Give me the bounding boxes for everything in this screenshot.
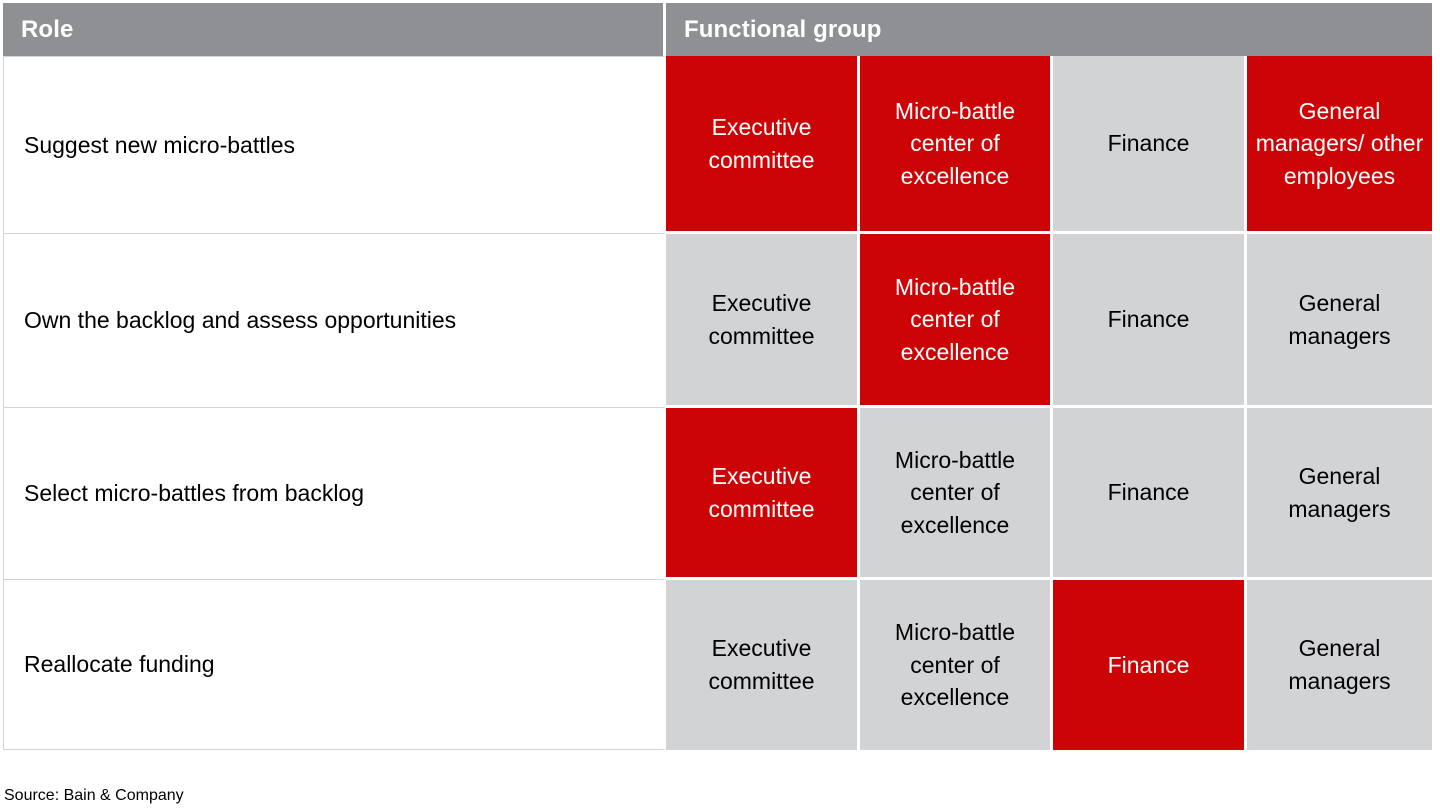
matrix-cell-general-managers: General managers/ other employees bbox=[1247, 56, 1433, 234]
matrix-cell-general-managers: General managers bbox=[1247, 234, 1433, 408]
matrix-cell-exec-committee: Executive committee bbox=[666, 56, 860, 234]
table-row: Reallocate funding Executive committee M… bbox=[3, 580, 1433, 750]
matrix-cell-exec-committee: Executive committee bbox=[666, 580, 860, 750]
source-note: Source: Bain & Company bbox=[4, 787, 184, 804]
matrix-cell-exec-committee: Executive committee bbox=[666, 408, 860, 580]
role-label: Reallocate funding bbox=[3, 580, 666, 750]
matrix-cell-finance: Finance bbox=[1053, 56, 1247, 234]
matrix-cell-general-managers: General managers bbox=[1247, 408, 1433, 580]
role-label: Suggest new micro-battles bbox=[3, 56, 666, 234]
matrix-cell-micro-battle-coe: Micro-battle center of excellence bbox=[860, 56, 1053, 234]
table-row: Select micro-battles from backlog Execut… bbox=[3, 408, 1433, 580]
matrix-chart-page: Role Functional group Suggest new micro-… bbox=[0, 0, 1440, 810]
matrix-cell-finance: Finance bbox=[1053, 234, 1247, 408]
role-label: Select micro-battles from backlog bbox=[3, 408, 666, 580]
role-functional-group-matrix: Role Functional group Suggest new micro-… bbox=[3, 3, 1433, 750]
matrix-cell-micro-battle-coe: Micro-battle center of excellence bbox=[860, 408, 1053, 580]
matrix-cell-micro-battle-coe: Micro-battle center of excellence bbox=[860, 580, 1053, 750]
table-row: Own the backlog and assess opportunities… bbox=[3, 234, 1433, 408]
matrix-cell-exec-committee: Executive committee bbox=[666, 234, 860, 408]
role-label: Own the backlog and assess opportunities bbox=[3, 234, 666, 408]
matrix-cell-finance: Finance bbox=[1053, 408, 1247, 580]
table-header: Role Functional group bbox=[3, 3, 1433, 56]
matrix-cell-general-managers: General managers bbox=[1247, 580, 1433, 750]
table-body: Suggest new micro-battles Executive comm… bbox=[3, 56, 1433, 750]
table-row: Suggest new micro-battles Executive comm… bbox=[3, 56, 1433, 234]
matrix-cell-micro-battle-coe: Micro-battle center of excellence bbox=[860, 234, 1053, 408]
column-header-functional-group: Functional group bbox=[666, 3, 1433, 56]
header-row: Role Functional group bbox=[3, 3, 1433, 56]
matrix-cell-finance: Finance bbox=[1053, 580, 1247, 750]
column-header-role: Role bbox=[3, 3, 666, 56]
